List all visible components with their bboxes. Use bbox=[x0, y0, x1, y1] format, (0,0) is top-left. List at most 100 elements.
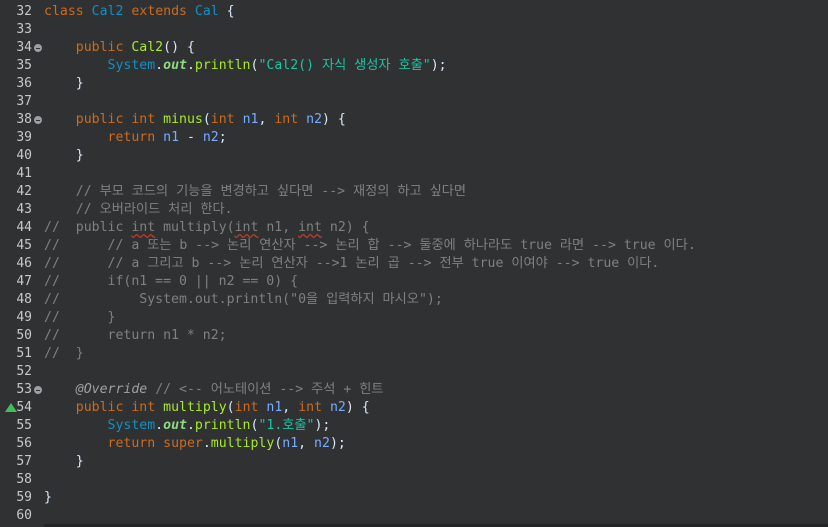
code-token: Cal2 bbox=[131, 40, 164, 55]
line-number-text: 43 bbox=[16, 202, 32, 217]
code-line[interactable]: class Cal2 extends Cal { bbox=[44, 3, 828, 21]
code-line[interactable]: } bbox=[44, 147, 828, 165]
code-line[interactable]: } bbox=[44, 489, 828, 507]
code-line[interactable] bbox=[44, 21, 828, 39]
code-token: // 오버라이드 처리 한다. bbox=[75, 202, 233, 217]
code-token: // System.out.println("0을 입력하지 마시오"); bbox=[44, 292, 443, 307]
line-number-text: 57 bbox=[16, 454, 32, 469]
code-line[interactable]: } bbox=[44, 75, 828, 93]
code-token: . bbox=[202, 436, 211, 451]
code-token: ); bbox=[329, 436, 346, 451]
code-line[interactable]: public int minus(int n1, int n2) { bbox=[44, 111, 828, 129]
code-line[interactable]: // System.out.println("0을 입력하지 마시오"); bbox=[44, 291, 828, 309]
code-area[interactable]: class Cal2 extends Cal { public Cal2() {… bbox=[44, 0, 828, 527]
code-token: super bbox=[163, 436, 203, 451]
line-number-text: 34 bbox=[16, 40, 32, 55]
code-token: "Cal2() 자식 생성자 호출" bbox=[258, 58, 431, 73]
code-token: minus bbox=[163, 112, 203, 127]
code-line[interactable]: // // a 또는 b --> 논리 연산자 --> 논리 합 --> 둘중에… bbox=[44, 237, 828, 255]
code-token: class bbox=[44, 4, 84, 19]
code-line[interactable]: System.out.println("1.호출"); bbox=[44, 417, 828, 435]
code-token: Cal bbox=[194, 4, 219, 19]
line-number: 40 bbox=[0, 147, 44, 165]
code-token: int bbox=[131, 220, 156, 235]
code-token: // public bbox=[44, 220, 132, 235]
line-number: 37 bbox=[0, 93, 44, 111]
collapse-fold-icon[interactable] bbox=[34, 386, 42, 394]
line-number: 56 bbox=[0, 435, 44, 453]
code-line[interactable]: // 부모 코드의 기능을 변경하고 싶다면 --> 재정의 하고 싶다면 bbox=[44, 183, 828, 201]
code-line[interactable]: // public int multiply(int n1, int n2) { bbox=[44, 219, 828, 237]
code-line[interactable]: // // a 그리고 b --> 논리 연산자 -->1 논리 곱 --> 전… bbox=[44, 255, 828, 273]
code-line[interactable]: // return n1 * n2; bbox=[44, 327, 828, 345]
code-token: n2) { bbox=[321, 220, 370, 235]
code-token: System bbox=[107, 58, 156, 73]
code-token: n1 bbox=[242, 112, 259, 127]
code-token: { bbox=[218, 4, 235, 19]
code-token: multiply bbox=[210, 436, 275, 451]
code-line[interactable]: // if(n1 == 0 || n2 == 0) { bbox=[44, 273, 828, 291]
code-line[interactable]: // 오버라이드 처리 한다. bbox=[44, 201, 828, 219]
code-token: , bbox=[298, 436, 315, 451]
line-number: 47 bbox=[0, 273, 44, 291]
line-number-text: 55 bbox=[16, 418, 32, 433]
code-token: ) { bbox=[322, 112, 346, 127]
override-marker-icon[interactable] bbox=[5, 403, 17, 412]
line-number: 43 bbox=[0, 201, 44, 219]
code-token: int bbox=[274, 112, 299, 127]
code-token: ); bbox=[430, 58, 447, 73]
code-token: n1 bbox=[266, 400, 283, 415]
code-line[interactable]: System.out.println("Cal2() 자식 생성자 호출"); bbox=[44, 57, 828, 75]
code-token: public bbox=[75, 112, 124, 127]
code-line[interactable]: return super.multiply(n1, n2); bbox=[44, 435, 828, 453]
code-line[interactable]: @Override // <-- 어노테이션 --> 주석 + 힌트 bbox=[44, 381, 828, 399]
code-token: int bbox=[298, 400, 323, 415]
code-editor[interactable]: 32 33 34 35 36 37 38 39 40 41 42 43 44 45 46 47 48 49 50 51… bbox=[0, 0, 828, 527]
code-token: n1 bbox=[282, 436, 299, 451]
code-token: ) { bbox=[345, 400, 370, 415]
code-line[interactable]: // } bbox=[44, 345, 828, 363]
code-line[interactable] bbox=[44, 165, 828, 183]
code-token: n1, bbox=[258, 220, 299, 235]
code-token: ); bbox=[314, 418, 331, 433]
code-token: public bbox=[75, 400, 124, 415]
code-token: out bbox=[163, 418, 187, 433]
code-token: System bbox=[107, 418, 156, 433]
line-number: 55 bbox=[0, 417, 44, 435]
code-token: - bbox=[179, 130, 203, 145]
code-line[interactable] bbox=[44, 471, 828, 489]
code-line[interactable] bbox=[44, 93, 828, 111]
code-line[interactable]: public Cal2() { bbox=[44, 39, 828, 57]
line-number-text: 39 bbox=[16, 130, 32, 145]
line-number: 32 bbox=[0, 3, 44, 21]
code-token: int bbox=[234, 400, 259, 415]
line-number-text: 42 bbox=[16, 184, 32, 199]
code-line[interactable] bbox=[44, 507, 828, 525]
line-number-text: 35 bbox=[16, 58, 32, 73]
line-number: 53 bbox=[0, 381, 44, 399]
code-line[interactable] bbox=[44, 363, 828, 381]
line-number-gutter: 32 33 34 35 36 37 38 39 40 41 42 43 44 45 46 47 48 49 50 51… bbox=[0, 0, 44, 527]
collapse-fold-icon[interactable] bbox=[34, 116, 42, 124]
line-number: 33 bbox=[0, 21, 44, 39]
line-number-text: 32 bbox=[16, 4, 32, 19]
code-line[interactable]: return n1 - n2; bbox=[44, 129, 828, 147]
code-token: return bbox=[107, 436, 156, 451]
code-line[interactable]: // } bbox=[44, 309, 828, 327]
collapse-fold-icon[interactable] bbox=[34, 44, 42, 52]
code-line[interactable]: public int multiply(int n1, int n2) { bbox=[44, 399, 828, 417]
line-number-text: 56 bbox=[16, 436, 32, 451]
code-token: n2 bbox=[306, 112, 323, 127]
code-token: multiply bbox=[163, 400, 227, 415]
code-token: return bbox=[107, 130, 156, 145]
code-line[interactable]: } bbox=[44, 453, 828, 471]
line-number: 35 bbox=[0, 57, 44, 75]
